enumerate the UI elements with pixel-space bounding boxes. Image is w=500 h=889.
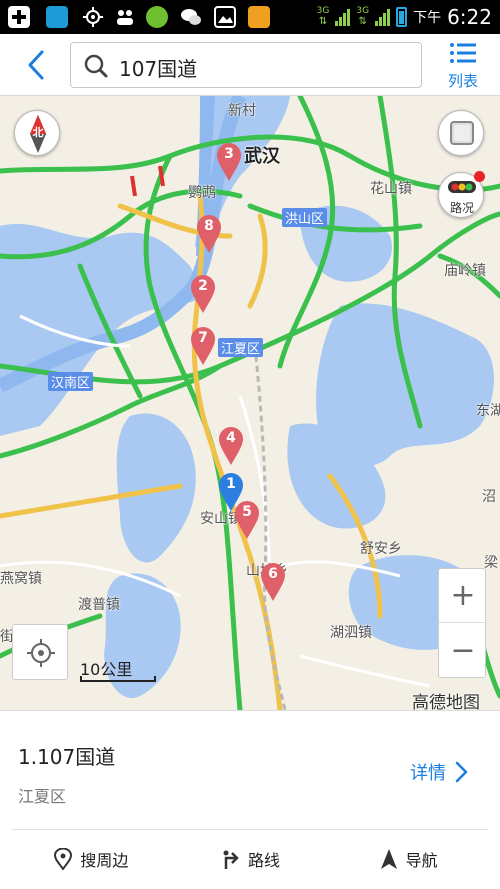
place-label: 鹦鹉 xyxy=(188,185,216,201)
chevron-right-icon xyxy=(455,761,468,783)
route-marker[interactable]: 2 xyxy=(190,274,216,314)
gps-icon xyxy=(82,6,104,28)
place-label: 沼 xyxy=(482,489,496,505)
search-input[interactable]: 107国道 xyxy=(70,42,422,88)
place-label: 东湖 xyxy=(476,403,500,419)
search-header: 107国道 列表 xyxy=(0,34,500,96)
people-icon xyxy=(114,6,136,28)
route-button[interactable]: 路线 xyxy=(171,830,330,887)
navigate-label: 导航 xyxy=(405,850,438,870)
place-label: 洪山区 xyxy=(282,208,328,227)
route-marker[interactable]: 6 xyxy=(260,562,286,602)
detail-label: 详情 xyxy=(410,763,446,784)
navigate-button[interactable]: 导航 xyxy=(329,830,488,887)
game-icon xyxy=(146,6,168,28)
place-label: 汉南区 xyxy=(48,372,94,391)
result-title: 1.107国道 xyxy=(18,745,116,769)
signal-icon-2 xyxy=(375,8,391,26)
place-label: 渡普镇 xyxy=(78,597,120,613)
app-icon xyxy=(46,6,68,28)
result-panel[interactable]: 1.107国道 江夏区 详情 搜周边 路线 导航 xyxy=(0,710,500,889)
route-marker[interactable]: 3 xyxy=(216,142,242,182)
battery-icon xyxy=(396,7,408,27)
nearby-button[interactable]: 搜周边 xyxy=(12,830,171,887)
route-marker[interactable]: 7 xyxy=(190,326,216,366)
list-button[interactable]: 列表 xyxy=(440,38,486,94)
nearby-label: 搜周边 xyxy=(80,850,129,870)
place-label: 花山镇 xyxy=(370,181,412,197)
place-label: 武汉 xyxy=(244,146,280,167)
scale-bar xyxy=(80,676,156,682)
zoom-in-button[interactable]: + xyxy=(439,569,487,623)
place-label: 湖泗镇 xyxy=(330,625,372,641)
map-watermark: 高德地图 xyxy=(412,693,480,710)
place-label: 江夏区 xyxy=(218,338,264,357)
map-canvas xyxy=(0,96,500,710)
navigation-arrow-icon xyxy=(380,848,397,869)
traffic-badge xyxy=(474,171,485,182)
traffic-toggle[interactable]: 路况 xyxy=(438,171,485,218)
crosshair-icon xyxy=(27,639,55,667)
signal-icon xyxy=(335,8,351,26)
list-icon xyxy=(450,43,476,63)
message-icon xyxy=(248,6,270,28)
route-label: 路线 xyxy=(248,850,281,870)
network-indicator: 3G ⇅ xyxy=(316,6,330,28)
traffic-label: 路况 xyxy=(449,201,474,215)
place-label: 燕窝镇 xyxy=(0,571,42,587)
location-pin-icon xyxy=(54,847,73,870)
place-label: 舒安乡 xyxy=(360,541,402,557)
locate-button[interactable] xyxy=(12,624,68,680)
wechat-icon xyxy=(180,6,202,28)
result-district: 江夏区 xyxy=(18,787,67,806)
compass-label: 北 xyxy=(32,126,44,139)
search-query: 107国道 xyxy=(119,57,198,81)
detail-button[interactable]: 详情 xyxy=(410,759,468,785)
status-bar: 3G ⇅ 3G ⇅ 下午 6:22 xyxy=(0,0,500,34)
gallery-icon xyxy=(214,6,236,28)
app-screen: 3G ⇅ 3G ⇅ 下午 6:22 107国道 列表 新村 武汉 鹦鹉 洪山区 … xyxy=(0,0,500,889)
list-label: 列表 xyxy=(447,72,478,90)
route-icon xyxy=(223,850,239,869)
map-view[interactable]: 新村 武汉 鹦鹉 洪山区 花山镇 庙岭镇 江夏区 汉南区 东湖 安山镇 沼 舒安… xyxy=(0,96,500,710)
chevron-left-icon xyxy=(28,50,44,80)
layers-icon xyxy=(450,121,474,145)
compass-button[interactable]: 北 xyxy=(14,110,60,156)
route-marker[interactable]: 5 xyxy=(234,500,260,540)
zoom-control: + − xyxy=(438,568,487,678)
action-bar: 搜周边 路线 导航 xyxy=(12,829,488,887)
time-period: 下午 xyxy=(413,10,442,26)
network-indicator-2: 3G ⇅ xyxy=(356,6,370,28)
add-icon xyxy=(8,6,30,28)
clock: 6:22 xyxy=(447,5,492,29)
place-label: 庙岭镇 xyxy=(444,263,486,279)
search-icon xyxy=(84,54,108,78)
layers-button[interactable] xyxy=(438,110,484,156)
place-label: 新村 xyxy=(228,103,256,119)
route-marker[interactable]: 4 xyxy=(218,426,244,466)
zoom-out-button[interactable]: − xyxy=(439,624,487,678)
route-marker[interactable]: 8 xyxy=(196,214,222,254)
back-button[interactable] xyxy=(20,48,54,82)
